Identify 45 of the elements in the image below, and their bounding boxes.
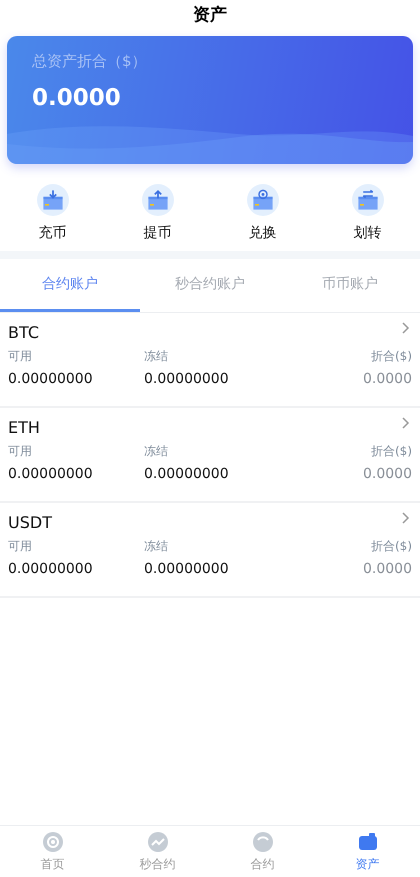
available-amount: 0.00000000 (8, 561, 94, 577)
value-amount: 0.0000 (363, 371, 412, 387)
available-amount: 0.00000000 (8, 466, 94, 482)
available-label: 可用 (8, 443, 33, 460)
page-title: 资产 (192, 4, 228, 27)
frozen-amount: 0.00000000 (144, 561, 230, 577)
chevron-right-icon[interactable] (402, 322, 410, 334)
action-label[interactable]: 兑换 (248, 224, 276, 242)
account-tab[interactable]: 秒合约账户 (140, 259, 280, 312)
wallet-icon[interactable] (352, 184, 384, 216)
nav-item[interactable]: 秒合约 (105, 826, 210, 877)
frozen-amount: 0.00000000 (144, 466, 230, 482)
value-amount: 0.0000 (363, 466, 412, 482)
account-tab[interactable]: 合约账户 (0, 259, 140, 312)
value-label: 折合($) (370, 348, 412, 365)
action-label[interactable]: 划转 (354, 224, 382, 242)
coin-name: ETH (8, 418, 40, 437)
available-label: 可用 (8, 538, 33, 555)
coin-name: BTC (8, 323, 39, 342)
value-amount: 0.0000 (363, 561, 412, 577)
home-icon (42, 831, 64, 853)
wallet-icon[interactable] (36, 184, 68, 216)
frozen-amount: 0.00000000 (144, 371, 230, 387)
available-label: 可用 (8, 348, 33, 365)
nav-item[interactable]: 资产 (315, 826, 420, 877)
nav-item[interactable]: 首页 (0, 826, 105, 877)
frozen-label: 冻结 (144, 538, 169, 555)
wallet-icon[interactable] (142, 184, 174, 216)
action-label[interactable]: 充币 (38, 224, 66, 242)
chevron-right-icon[interactable] (402, 417, 410, 429)
wallet-icon[interactable] (246, 184, 278, 216)
wallet-icon (356, 831, 378, 853)
balance-value: 0.0000 (32, 85, 121, 111)
chevron-right-icon[interactable] (402, 512, 410, 524)
nav-item[interactable]: 合约 (210, 826, 315, 877)
frozen-label: 冻结 (144, 348, 169, 365)
available-amount: 0.00000000 (8, 371, 94, 387)
value-label: 折合($) (370, 443, 412, 460)
trend-icon (146, 831, 168, 853)
balance-label: 总资产折合（$） (32, 52, 147, 71)
account-tab[interactable]: 币币账户 (280, 259, 420, 312)
frozen-label: 冻结 (144, 443, 169, 460)
value-label: 折合($) (370, 538, 412, 555)
action-label[interactable]: 提币 (144, 224, 172, 242)
coin-name: USDT (8, 513, 52, 532)
